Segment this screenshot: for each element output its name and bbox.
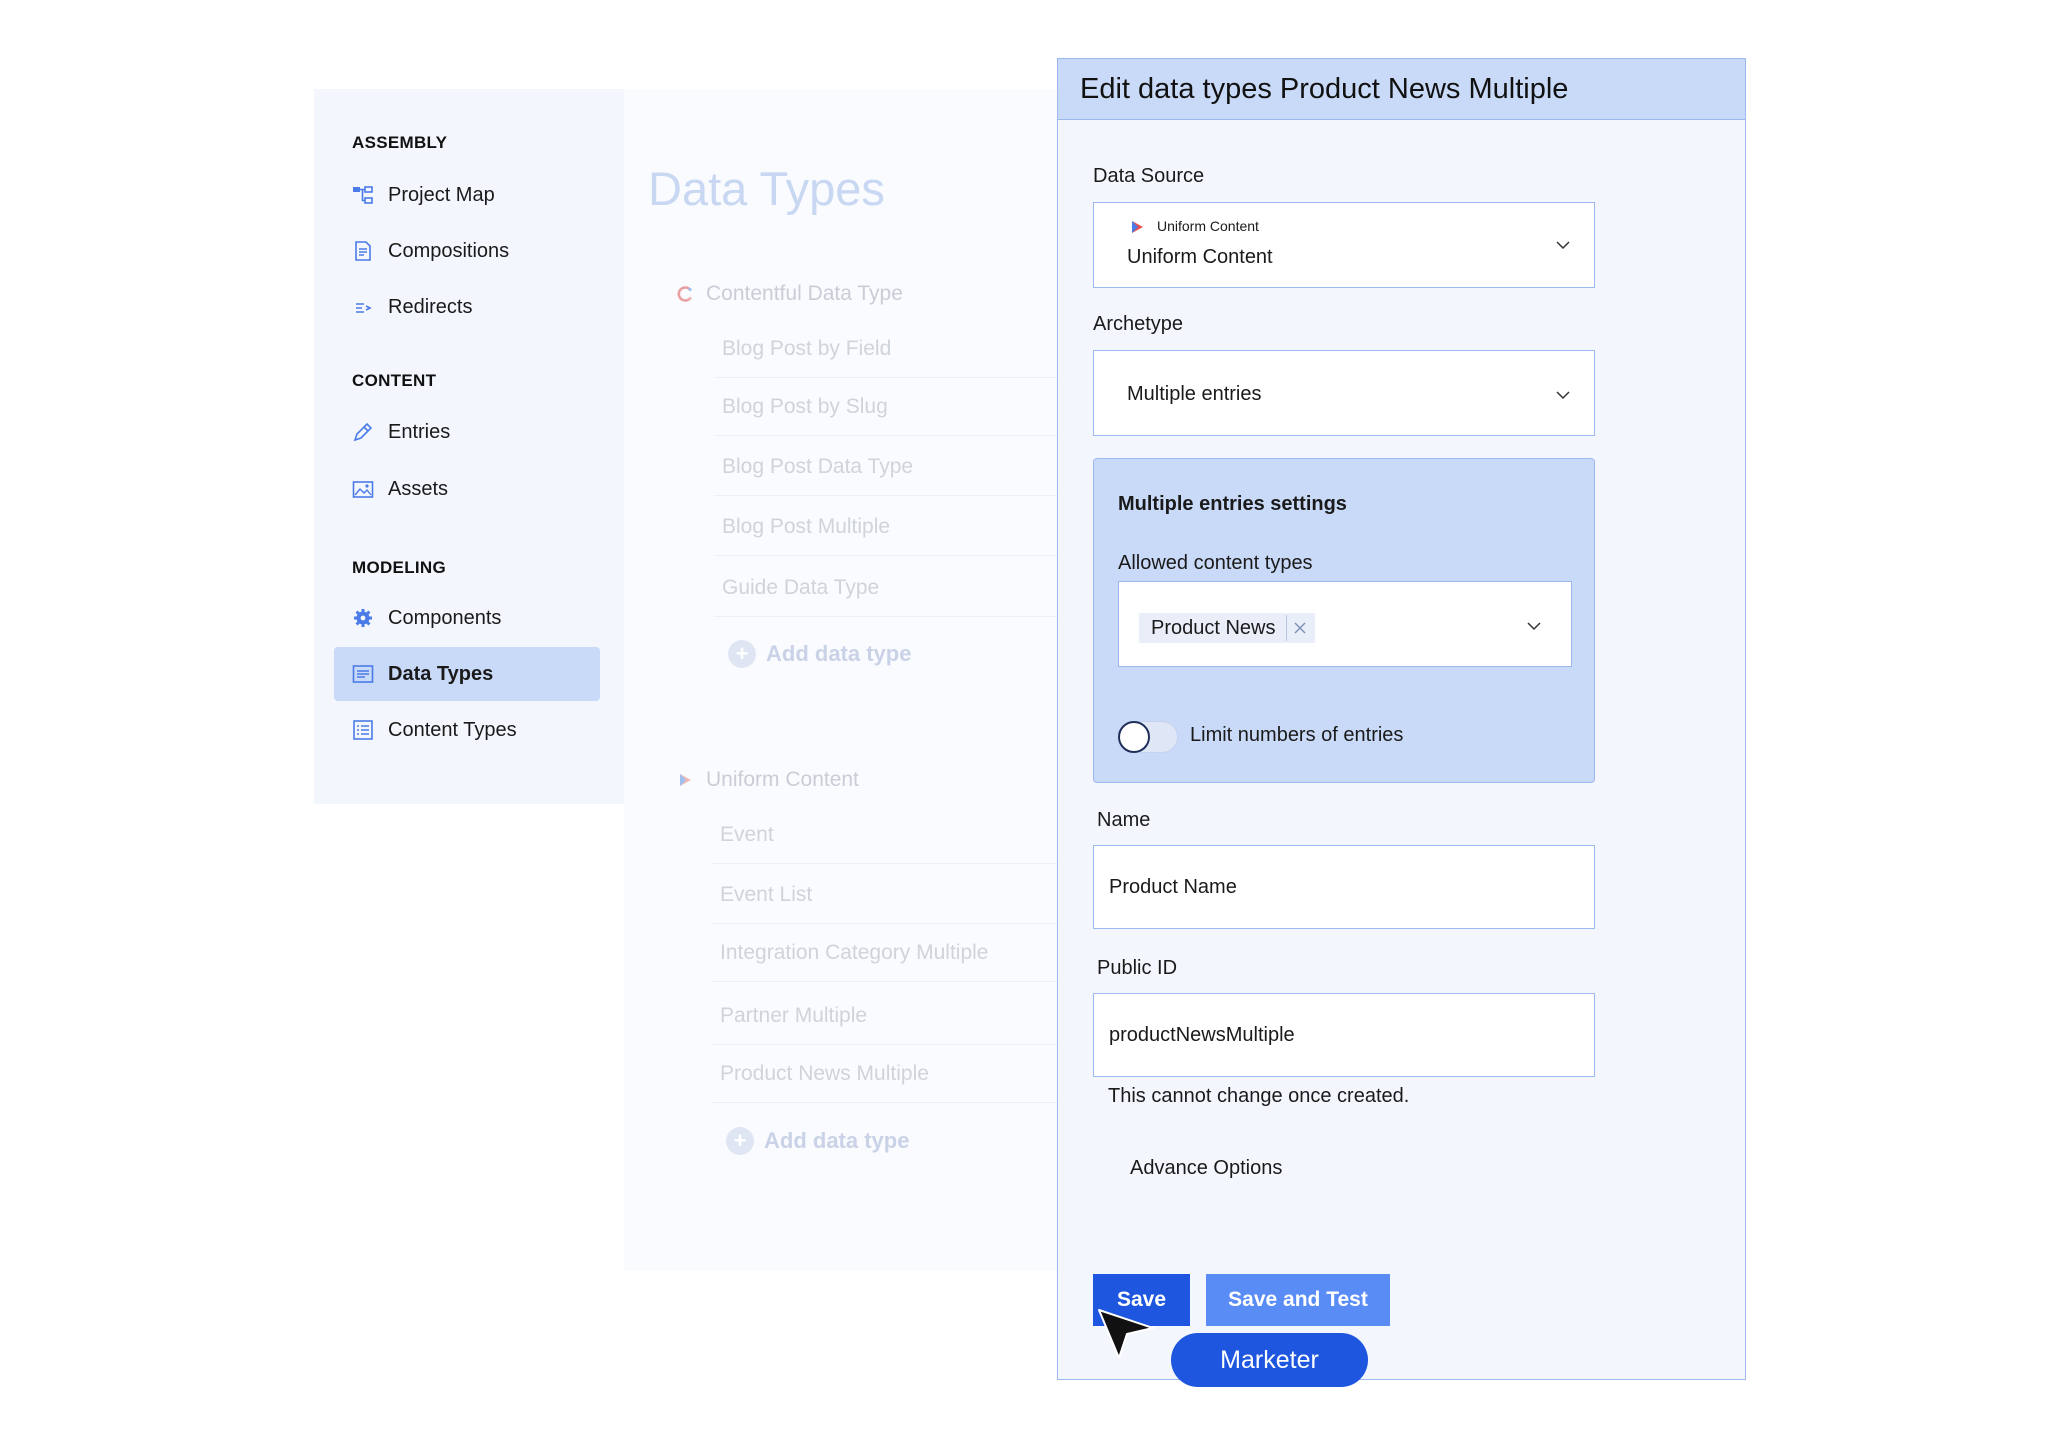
- sidebar-item-components[interactable]: Components: [334, 591, 600, 645]
- list-item-label: Event List: [720, 882, 813, 906]
- sidebar-item-label: Components: [388, 606, 502, 629]
- list-item-label: Product News Multiple: [720, 1061, 929, 1085]
- sidebar-item-label: Assets: [388, 477, 449, 500]
- list-item-label: Guide Data Type: [722, 575, 880, 599]
- sidebar-item-label: Project Map: [388, 183, 495, 206]
- gear-icon: [352, 607, 374, 629]
- list-item[interactable]: Event: [712, 806, 1058, 864]
- multiple-entries-settings: Multiple entries settings Allowed conten…: [1093, 458, 1595, 783]
- section-title-content: CONTENT: [352, 371, 437, 390]
- add-label: Add data type: [766, 641, 912, 666]
- sidebar-item-label: Redirects: [388, 295, 473, 318]
- data-source-label: Data Source: [1093, 165, 1205, 187]
- list-item[interactable]: Blog Post Multiple: [714, 498, 1058, 556]
- compositions-icon: [352, 240, 374, 262]
- group-name: Contentful Data Type: [706, 282, 903, 305]
- chevron-down-icon: [1556, 241, 1570, 250]
- chevron-down-icon: [1527, 622, 1541, 631]
- project-map-icon: [352, 184, 374, 206]
- page-title: Data Types: [648, 162, 885, 215]
- sidebar-item-label: Data Types: [388, 662, 494, 685]
- archetype-value: Multiple entries: [1127, 383, 1262, 405]
- section-title-modeling: MODELING: [352, 558, 447, 577]
- list-icon: [352, 719, 374, 741]
- contentful-icon: [677, 286, 692, 302]
- data-source-value: Uniform Content: [1127, 246, 1273, 268]
- uniform-icon: [1132, 221, 1143, 233]
- add-data-type-button[interactable]: + Add data type: [726, 1127, 909, 1155]
- list-item[interactable]: Partner Multiple: [712, 987, 1058, 1045]
- data-source-caption: Uniform Content: [1157, 218, 1259, 234]
- limit-entries-label: Limit numbers of entries: [1190, 724, 1404, 746]
- list-item-label: Blog Post by Slug: [722, 394, 888, 418]
- sidebar-item-entries[interactable]: Entries: [334, 405, 600, 459]
- uniform-icon: [680, 774, 691, 786]
- list-item-label: Blog Post by Field: [722, 336, 892, 360]
- cursor-pointer-icon: [1098, 1309, 1154, 1358]
- data-types-list: Data Types Contentful Data Type Blog Pos…: [624, 89, 1058, 1271]
- sidebar-item-label: Content Types: [388, 718, 517, 741]
- public-id-label: Public ID: [1097, 957, 1178, 979]
- group-header-contentful[interactable]: Contentful Data Type: [676, 282, 903, 306]
- plus-icon: +: [728, 640, 756, 668]
- list-item-label: Partner Multiple: [720, 1003, 868, 1027]
- group-header-uniform[interactable]: Uniform Content: [676, 768, 859, 792]
- sidebar-item-data-types[interactable]: Data Types: [334, 647, 600, 701]
- sidebar-item-label: Compositions: [388, 239, 510, 262]
- panel-title: Edit data types Product News Multiple: [1058, 59, 1745, 120]
- list-item[interactable]: Blog Post by Slug: [714, 378, 1058, 436]
- archetype-label: Archetype: [1093, 313, 1184, 335]
- archetype-select[interactable]: Multiple entries: [1093, 350, 1595, 436]
- section-title-assembly: ASSEMBLY: [352, 133, 448, 152]
- group-name: Uniform Content: [706, 768, 859, 791]
- list-item-label: Event: [720, 822, 774, 846]
- list-item[interactable]: Event List: [712, 866, 1058, 924]
- sidebar-item-label: Entries: [388, 420, 451, 443]
- image-icon: [352, 478, 374, 500]
- name-label: Name: [1097, 809, 1151, 831]
- list-item[interactable]: Blog Post by Field: [714, 320, 1058, 378]
- chip-divider: [1285, 615, 1287, 641]
- list-item-label: Integration Category Multiple: [720, 940, 989, 964]
- list-item-label: Blog Post Data Type: [722, 454, 914, 478]
- name-input[interactable]: Product Name: [1093, 845, 1595, 929]
- allowed-content-types-select[interactable]: Product News: [1118, 581, 1572, 667]
- chip-label: Product News: [1151, 616, 1276, 639]
- plus-icon: +: [726, 1127, 754, 1155]
- sidebar-item-content-types[interactable]: Content Types: [334, 703, 600, 757]
- edit-data-type-panel: Edit data types Product News Multiple Da…: [1057, 58, 1746, 1380]
- data-types-icon: [352, 663, 374, 685]
- pencil-icon: [352, 421, 374, 443]
- toggle-knob: [1118, 721, 1150, 753]
- list-item[interactable]: Blog Post Data Type: [714, 438, 1058, 496]
- sidebar-item-redirects[interactable]: Redirects: [334, 280, 600, 334]
- chevron-down-icon: [1556, 391, 1570, 400]
- list-item-label: Blog Post Multiple: [722, 514, 891, 538]
- list-item[interactable]: Product News Multiple: [712, 1045, 1058, 1103]
- data-source-select[interactable]: Uniform Content Uniform Content: [1093, 202, 1595, 288]
- sidebar-item-project-map[interactable]: Project Map: [334, 168, 600, 222]
- public-id-input[interactable]: productNewsMultiple: [1093, 993, 1595, 1077]
- advance-options-toggle[interactable]: Advance Options: [1130, 1157, 1282, 1180]
- limit-entries-toggle[interactable]: [1118, 721, 1178, 753]
- sidebar: ASSEMBLY Project Map Compositions Redire…: [314, 89, 624, 804]
- public-id-hint: This cannot change once created.: [1108, 1085, 1410, 1107]
- close-icon[interactable]: [1293, 621, 1307, 635]
- cursor-user-tag: Marketer: [1171, 1333, 1368, 1387]
- list-item[interactable]: Integration Category Multiple: [712, 924, 1058, 982]
- save-and-test-button[interactable]: Save and Test: [1206, 1274, 1390, 1326]
- sidebar-item-assets[interactable]: Assets: [334, 462, 600, 516]
- add-data-type-button[interactable]: + Add data type: [728, 640, 911, 668]
- list-item[interactable]: Guide Data Type: [714, 559, 1058, 617]
- redirects-icon: [352, 296, 374, 318]
- allowed-content-types-label: Allowed content types: [1118, 552, 1313, 574]
- settings-title: Multiple entries settings: [1118, 493, 1347, 515]
- sidebar-item-compositions[interactable]: Compositions: [334, 224, 600, 278]
- add-label: Add data type: [764, 1128, 910, 1153]
- content-type-chip: Product News: [1139, 613, 1315, 643]
